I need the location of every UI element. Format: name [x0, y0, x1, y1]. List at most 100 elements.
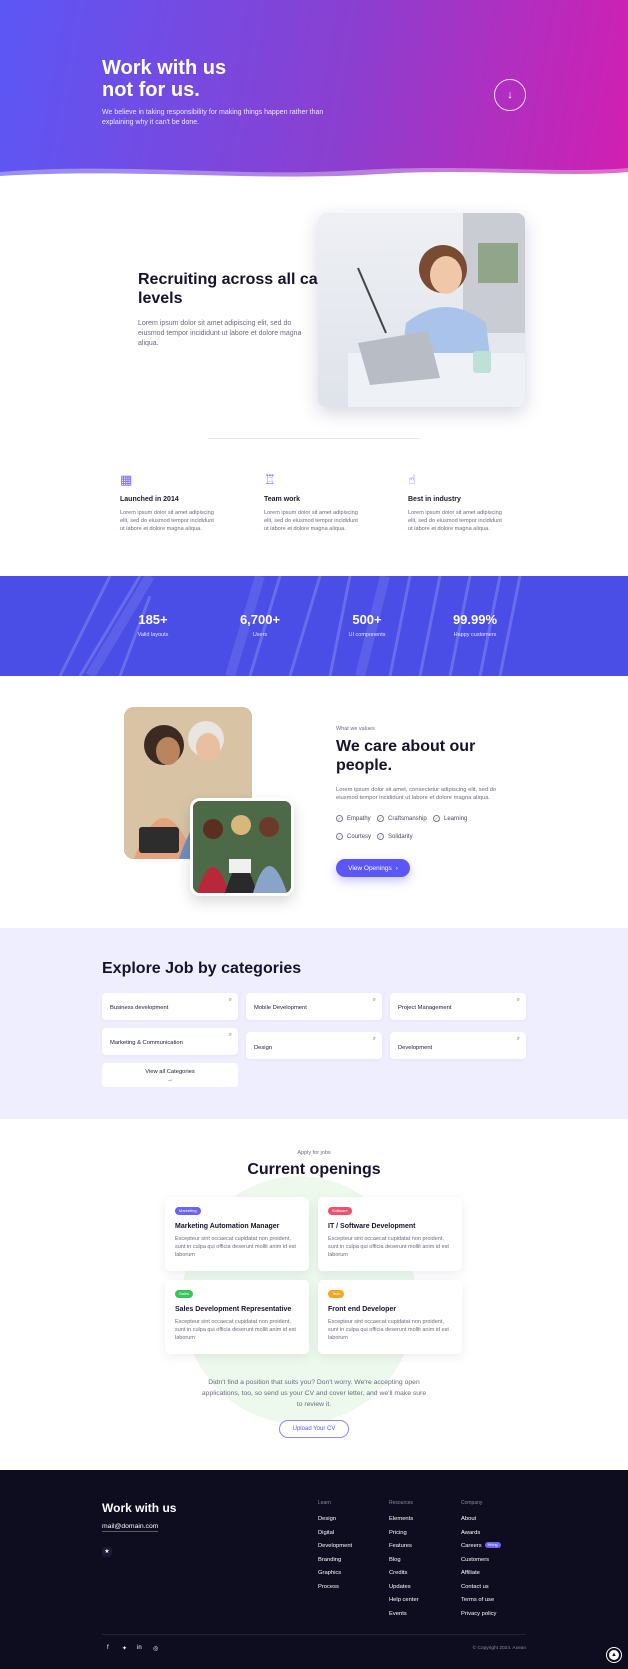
- feature-description: Lorem ipsum dolor sit amet adipiscing el…: [264, 510, 358, 532]
- category-card[interactable]: Mobile Development ⌕: [246, 993, 382, 1020]
- job-card[interactable]: Software IT / Software Development Excep…: [318, 1197, 462, 1271]
- job-description: Excepteur sint occaecat cupidatat non pr…: [328, 1236, 449, 1258]
- feature-item: ☝ Best in industry Lorem ipsum dolor sit…: [408, 472, 508, 533]
- stat-value: 99.99%: [452, 612, 498, 627]
- stat-value: 6,700+: [239, 612, 281, 627]
- job-title: IT / Software Development: [328, 1223, 416, 1230]
- job-description: Excepteur sint occaecat cupidatat non pr…: [175, 1236, 296, 1258]
- job-card[interactable]: Sales Sales Development Representative E…: [165, 1280, 309, 1354]
- hero-title: Work with us not for us.: [102, 57, 227, 101]
- footer-title: Work with us: [102, 1501, 177, 1515]
- thumbs-up-icon: ☝: [408, 472, 416, 487]
- footer-link[interactable]: Privacy policy: [461, 1610, 501, 1624]
- arrow-up-icon: ▲: [611, 1652, 617, 1658]
- hiring-badge: Hiring: [484, 1542, 501, 1548]
- category-card[interactable]: Design ⌕: [246, 1032, 382, 1059]
- search-icon: ⌕: [516, 1036, 520, 1042]
- footer-column-heading: Learn: [318, 1500, 331, 1506]
- careers-page: Work with us not for us. We believe in ta…: [0, 0, 628, 1669]
- care-title: We care about our people.: [336, 738, 476, 774]
- footer-link[interactable]: Process: [318, 1583, 352, 1597]
- footer-column-resources: Resources Elements Pricing Features Blog…: [389, 1500, 419, 1623]
- footer-email-link[interactable]: mail@domain.com: [102, 1523, 159, 1532]
- footer-link[interactable]: Pricing: [389, 1529, 419, 1543]
- stat-item: 6,700+ Users: [215, 612, 305, 638]
- job-card[interactable]: Tech Front end Developer Excepteur sint …: [318, 1280, 462, 1354]
- search-icon: ⌕: [228, 1032, 232, 1038]
- care-eyebrow: What we values: [336, 726, 375, 732]
- footer-link[interactable]: Updates: [389, 1583, 419, 1597]
- hero-subtitle: We believe in taking responsibility for …: [102, 109, 324, 126]
- job-badge: Software: [328, 1207, 352, 1215]
- instagram-icon[interactable]: ◎: [153, 1645, 158, 1652]
- feature-title: Best in industry: [408, 496, 461, 503]
- footer-link[interactable]: Design: [318, 1515, 352, 1529]
- stats-background-lines: [58, 576, 522, 676]
- woman-laptop-photo: [318, 213, 525, 407]
- stat-label: Users: [252, 632, 268, 638]
- care-description: Lorem ipsum dolor sit amet, consectetur …: [336, 787, 497, 801]
- star-icon[interactable]: ★: [102, 1547, 112, 1557]
- stat-item: 185+ Valid layouts: [108, 612, 198, 638]
- footer-link[interactable]: Help center: [389, 1596, 419, 1610]
- feature-description: Lorem ipsum dolor sit amet adipiscing el…: [408, 510, 502, 532]
- feature-item: ▦ Launched in 2014 Lorem ipsum dolor sit…: [120, 472, 220, 533]
- footer-column-company: Company About Awards Careers Hiring Custo…: [461, 1500, 501, 1623]
- building-icon: ▦: [120, 472, 133, 487]
- stat-item: 500+ UI components: [322, 612, 412, 638]
- footer-link[interactable]: Features: [389, 1542, 419, 1556]
- feature-title: Team work: [264, 496, 301, 503]
- stats-section: 185+ Valid layouts 6,700+ Users 500+ UI …: [0, 576, 628, 676]
- linkedin-icon[interactable]: in: [137, 1645, 142, 1651]
- feature-title: Launched in 2014: [120, 496, 179, 503]
- team-icon: ♖: [264, 472, 276, 487]
- open-application-note: Didn't find a position that suits you? D…: [201, 1379, 427, 1408]
- upload-cv-button[interactable]: Upload Your CV: [279, 1420, 349, 1438]
- view-openings-button[interactable]: View Openings ›: [336, 859, 410, 877]
- stat-value: 500+: [352, 612, 382, 627]
- back-to-top-button[interactable]: ▲: [607, 1648, 621, 1662]
- job-badge: Marketing: [175, 1207, 201, 1215]
- chevron-right-icon: ›: [395, 864, 398, 872]
- team-meeting-photo: [190, 798, 294, 896]
- footer-link[interactable]: Terms of use: [461, 1596, 501, 1610]
- job-description: Excepteur sint occaecat cupidatat non pr…: [175, 1319, 296, 1341]
- footer-link[interactable]: Elements: [389, 1515, 419, 1529]
- search-icon: ⌕: [228, 997, 232, 1003]
- footer-link[interactable]: Awards: [461, 1529, 501, 1543]
- footer-link[interactable]: Development: [318, 1542, 352, 1556]
- job-card[interactable]: Marketing Marketing Automation Manager E…: [165, 1197, 309, 1271]
- job-description: Excepteur sint occaecat cupidatat non pr…: [328, 1319, 449, 1341]
- job-title: Marketing Automation Manager: [175, 1223, 280, 1230]
- twitter-icon[interactable]: ✦: [122, 1645, 127, 1652]
- footer-link[interactable]: Contact us: [461, 1583, 501, 1597]
- footer-column-heading: Resources: [389, 1500, 413, 1506]
- category-card[interactable]: Development ⌕: [390, 1032, 526, 1059]
- footer-link[interactable]: About: [461, 1515, 501, 1529]
- footer-link[interactable]: Affiliate: [461, 1569, 501, 1583]
- footer-link[interactable]: Customers: [461, 1556, 501, 1570]
- footer-link[interactable]: Events: [389, 1610, 419, 1624]
- footer-column-learn: Learn Design Digital Development Brandin…: [318, 1500, 352, 1596]
- scroll-down-button[interactable]: ↓: [494, 79, 526, 111]
- categories-title: Explore Job by categories: [102, 960, 302, 977]
- footer-link-careers[interactable]: Careers Hiring: [461, 1542, 501, 1556]
- openings-title: Current openings: [247, 1161, 381, 1178]
- footer-link[interactable]: Graphics: [318, 1569, 352, 1583]
- footer-link[interactable]: Digital: [318, 1529, 352, 1543]
- job-title: Front end Developer: [328, 1306, 397, 1313]
- view-all-categories-button[interactable]: View all Categories →: [102, 1063, 238, 1087]
- footer-column-heading: Company: [461, 1500, 483, 1506]
- section-divider: [208, 438, 420, 439]
- copyright: © Copyright 2024. Axean: [472, 1646, 526, 1651]
- job-title: Sales Development Representative: [175, 1306, 292, 1313]
- category-card[interactable]: Project Management ⌕: [390, 993, 526, 1020]
- arrow-down-icon: ↓: [507, 89, 513, 101]
- category-card[interactable]: Marketing & Communication ⌕: [102, 1028, 238, 1055]
- category-card[interactable]: Business development ⌕: [102, 993, 238, 1020]
- footer-link[interactable]: Blog: [389, 1556, 419, 1570]
- footer-link[interactable]: Credits: [389, 1569, 419, 1583]
- footer-link[interactable]: Branding: [318, 1556, 352, 1570]
- recruit-description: Lorem ipsum dolor sit amet adipiscing el…: [138, 320, 302, 347]
- facebook-icon[interactable]: f: [107, 1645, 109, 1651]
